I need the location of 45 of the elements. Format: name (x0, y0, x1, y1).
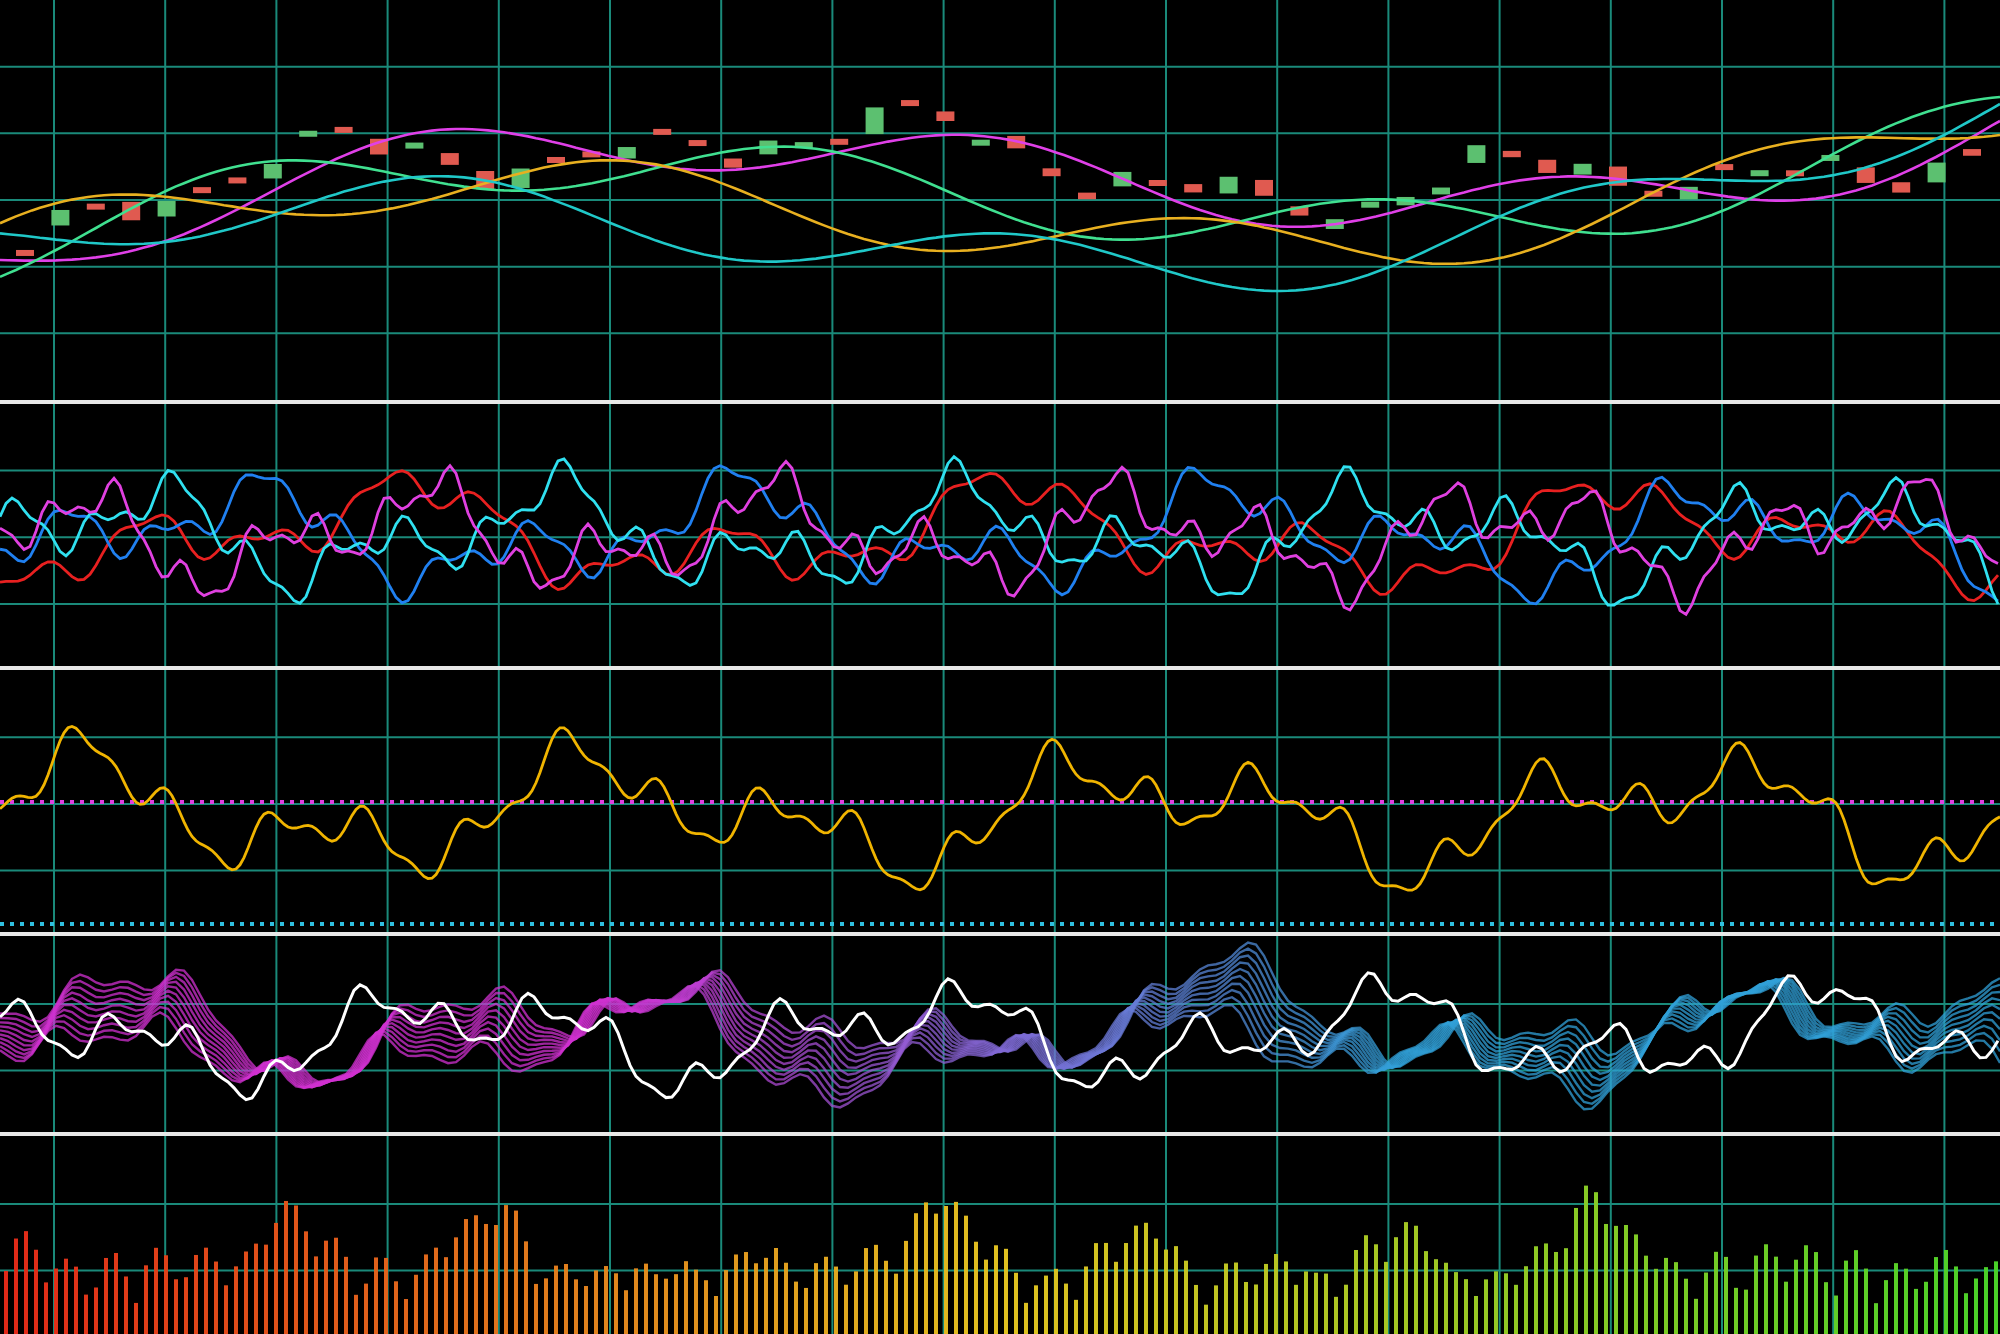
candle (1361, 201, 1380, 208)
candle (405, 142, 424, 149)
candle (299, 130, 318, 137)
candle (1892, 182, 1911, 193)
candle (1927, 162, 1946, 183)
candle (794, 142, 813, 149)
candle (830, 138, 849, 145)
candle (1715, 164, 1734, 171)
candle (1538, 159, 1557, 173)
candle (1184, 184, 1203, 193)
candle (971, 139, 990, 146)
candle (263, 163, 282, 179)
candle (724, 158, 742, 168)
candle (334, 126, 353, 133)
candle (228, 177, 247, 184)
candle (865, 107, 884, 135)
candle (1042, 168, 1061, 177)
candle (1821, 154, 1840, 161)
candle (1786, 170, 1804, 177)
candle (1255, 179, 1273, 196)
candle (653, 128, 672, 135)
candle (688, 140, 707, 147)
candle (1502, 150, 1521, 158)
candle (16, 249, 34, 256)
candle (1290, 206, 1309, 216)
candle (617, 147, 636, 159)
candle (1573, 163, 1592, 175)
candle (1078, 192, 1096, 200)
candle (1432, 187, 1450, 195)
candle (901, 100, 919, 107)
candle (1148, 180, 1167, 186)
candle (1219, 176, 1238, 194)
candle (1325, 219, 1344, 229)
candle (936, 111, 955, 121)
candle (86, 203, 105, 210)
candle (440, 153, 459, 165)
candle (547, 157, 565, 163)
candle (1644, 190, 1663, 197)
candle (1963, 149, 1981, 156)
candle (582, 151, 601, 158)
candle (51, 209, 70, 226)
candle (1467, 145, 1486, 163)
candle (1750, 170, 1769, 177)
candle (1396, 196, 1415, 206)
candle (193, 187, 211, 194)
